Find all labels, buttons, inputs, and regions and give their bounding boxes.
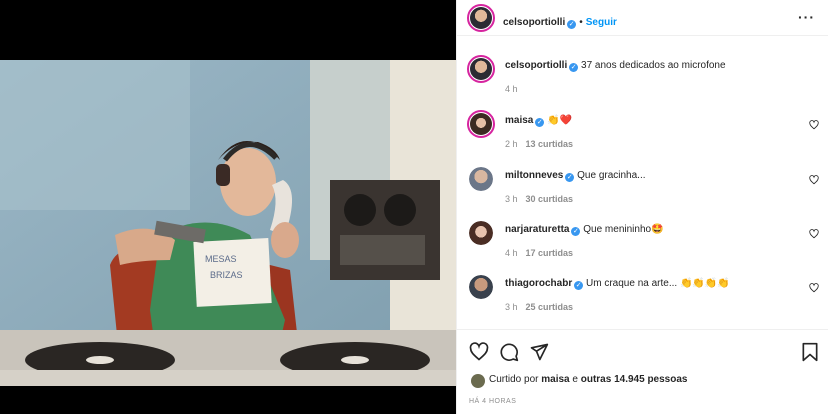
author-username[interactable]: celsoportiolli — [503, 17, 565, 28]
comment-time: 2 h — [505, 139, 518, 149]
instagram-post-modal: MESAS BRIZAS celsoportiolli ✓ • Seguir ·… — [0, 0, 828, 414]
action-bar — [457, 338, 828, 366]
verified-icon: ✓ — [569, 63, 579, 72]
heart-icon[interactable] — [809, 283, 819, 293]
commenter-username[interactable]: narjaraturetta — [505, 224, 569, 235]
comment-meta: 3 h 30 curtidas — [505, 194, 573, 204]
liked-by-avatar[interactable] — [471, 374, 485, 388]
comment-likes[interactable]: 30 curtidas — [526, 194, 574, 204]
sign-text-2: BRIZAS — [210, 270, 243, 280]
comment-body: Que menininho🤩 — [583, 224, 664, 235]
verified-icon: ✓ — [535, 118, 545, 127]
sign-text-1: MESAS — [205, 254, 237, 264]
verified-icon: ✓ — [574, 281, 584, 290]
heart-icon[interactable] — [809, 229, 819, 239]
caption-text: celsoportiolli ✓ 37 anos dedicados ao mic… — [505, 59, 805, 73]
comments-list: celsoportiolli ✓ 37 anos dedicados ao mic… — [457, 37, 828, 330]
comment-time: 3 h — [505, 194, 518, 204]
post-media: MESAS BRIZAS — [0, 0, 456, 414]
follow-button[interactable]: Seguir — [586, 17, 617, 28]
commenter-username[interactable]: miltonneves — [505, 170, 563, 181]
comment-icon[interactable] — [499, 342, 519, 362]
caption-avatar[interactable] — [467, 55, 495, 83]
caption-username[interactable]: celsoportiolli — [505, 60, 567, 71]
comment-text: miltonneves ✓ Que gracinha... — [505, 169, 805, 183]
comment-text: narjaraturetta ✓ Que menininho🤩 — [505, 223, 805, 237]
comment-meta: 4 h 17 curtidas — [505, 248, 573, 258]
verified-icon: ✓ — [571, 227, 581, 236]
separator-dot: • — [579, 17, 583, 28]
liked-middle: e — [572, 374, 578, 385]
liked-others[interactable]: outras 14.945 pessoas — [581, 374, 688, 385]
author-avatar[interactable] — [467, 4, 495, 32]
comment-likes[interactable]: 25 curtidas — [526, 302, 574, 312]
verified-icon: ✓ — [565, 173, 575, 182]
author-line: celsoportiolli ✓ • Seguir — [503, 12, 617, 30]
post-side-panel: celsoportiolli ✓ • Seguir ··· celsoportioll… — [456, 0, 828, 414]
commenter-avatar[interactable] — [469, 221, 493, 245]
comment-text: maisa ✓ 👏❤️ — [505, 114, 805, 128]
comment-meta: 3 h 25 curtidas — [505, 302, 573, 312]
heart-icon[interactable] — [809, 175, 819, 185]
share-icon[interactable] — [529, 342, 549, 362]
commenter-avatar[interactable] — [467, 110, 495, 138]
comment-likes[interactable]: 13 curtidas — [526, 139, 574, 149]
liked-prefix: Curtido por — [489, 374, 539, 385]
comment-text: thiagorochabr ✓ Um craque na arte... 👏👏👏👏 — [505, 277, 805, 291]
comment-body: Que gracinha... — [577, 170, 646, 181]
commenter-username[interactable]: maisa — [505, 115, 533, 126]
post-photo[interactable]: MESAS BRIZAS — [0, 60, 456, 386]
comment-time: 4 h — [505, 248, 518, 258]
comment-likes[interactable]: 17 curtidas — [526, 248, 574, 258]
more-options-icon[interactable]: ··· — [798, 9, 815, 25]
bookmark-icon[interactable] — [801, 342, 819, 362]
comment-time: 3 h — [505, 302, 518, 312]
liked-by: Curtido por maisa e outras 14.945 pessoa… — [489, 374, 687, 385]
comment-body: 👏❤️ — [547, 115, 573, 126]
heart-icon[interactable] — [469, 342, 489, 362]
caption-body: 37 anos dedicados ao microfone — [581, 60, 726, 71]
commenter-username[interactable]: thiagorochabr — [505, 278, 572, 289]
verified-icon: ✓ — [567, 20, 577, 29]
heart-icon[interactable] — [809, 120, 819, 130]
liked-user[interactable]: maisa — [541, 374, 569, 385]
post-time: HÁ 4 HORAS — [469, 398, 517, 405]
comment-meta: 2 h 13 curtidas — [505, 139, 573, 149]
commenter-avatar[interactable] — [469, 275, 493, 299]
comment-body: Um craque na arte... 👏👏👏👏 — [586, 278, 730, 289]
caption-time: 4 h — [505, 84, 518, 94]
commenter-avatar[interactable] — [469, 167, 493, 191]
post-header: celsoportiolli ✓ • Seguir ··· — [457, 0, 828, 36]
